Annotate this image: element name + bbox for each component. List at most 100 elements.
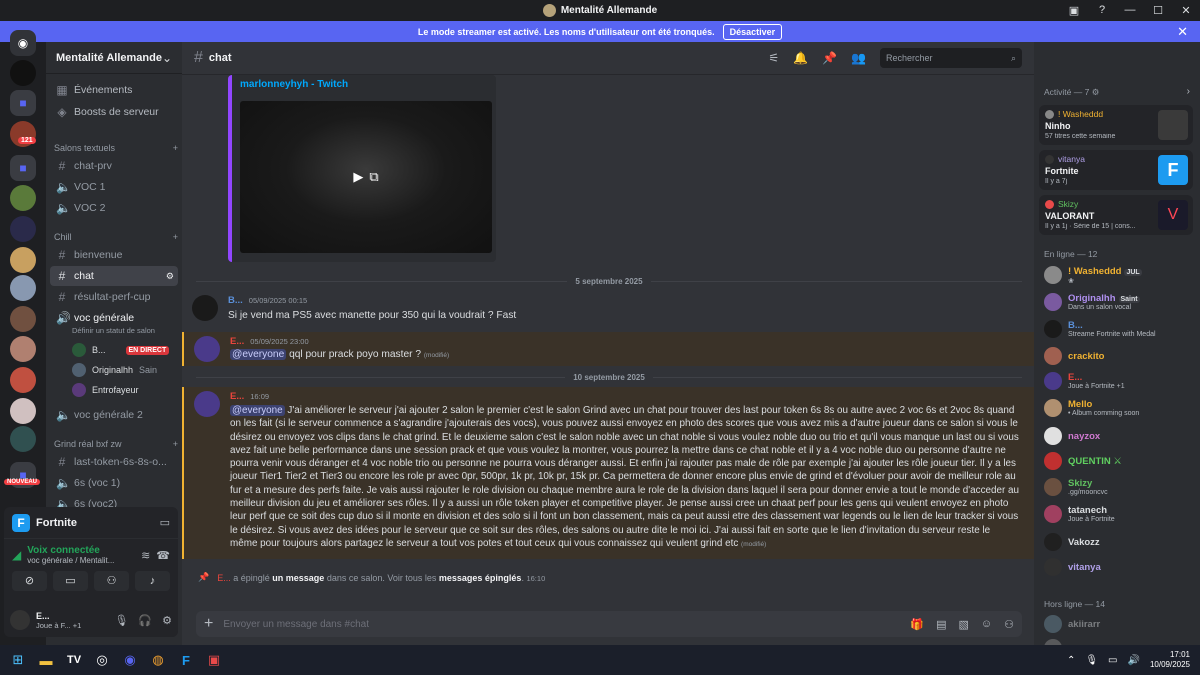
member-item[interactable]: ! Washeddd JUL ❀ [1044,264,1194,286]
channel-bienvenue[interactable]: # bienvenue [50,245,178,265]
plus-icon[interactable]: + [173,143,178,153]
soundboard-button[interactable]: ♪ [135,571,170,591]
avatar[interactable] [192,295,218,321]
server-icon[interactable] [10,306,36,332]
message-composer[interactable]: + Envoyer un message dans #chat 🎁 ▤ ▧ ☺ … [196,611,1022,637]
server-icon[interactable] [10,426,36,452]
plus-icon[interactable]: + [173,439,178,449]
avatar[interactable] [194,391,220,417]
app-icon[interactable]: ◎ [88,645,116,675]
channel-chat-prv[interactable]: # chat-prv [50,156,178,176]
discord-taskbar-icon[interactable]: ◉ [116,645,144,675]
server-icon[interactable] [10,247,36,273]
screen-share-button[interactable]: ▭ [53,571,88,591]
activity-card[interactable]: Skizy VALORANT Il y a 1j · Série de 15 |… [1039,195,1193,235]
avatar[interactable] [194,336,220,362]
voice-user[interactable]: Entrofayeur [72,381,139,399]
activity-button[interactable]: ⚇ [94,571,129,591]
settings-icon[interactable]: ⚙ [166,271,174,282]
member-item[interactable]: Mello • Album comming soon [1044,397,1194,419]
channel-6s-voc1[interactable]: 🔈 6s (voc 1) [50,473,178,493]
member-item[interactable]: crackito [1044,345,1194,367]
clock[interactable]: 17:01 10/09/2025 [1150,650,1190,670]
game-activity[interactable]: F Fortnite ▭ [4,507,178,539]
category-grind[interactable]: Grind réal bxf zw + [54,439,178,449]
fortnite-taskbar-icon[interactable]: F [172,645,200,675]
minimize-button[interactable]: — [1116,4,1144,16]
member-item[interactable]: nayzox [1044,425,1194,447]
server-icon[interactable] [10,336,36,362]
server-icon[interactable] [10,185,36,211]
open-external-icon[interactable]: ⧉ [369,169,378,185]
mic-tray-icon[interactable]: 🎙 [1085,655,1098,666]
voice-status[interactable]: Définir un statut de salon [72,326,155,335]
play-icon[interactable]: ▶ [353,169,363,185]
app-icon[interactable]: ▣ [200,645,228,675]
camera-off-button[interactable]: ⊘ [12,571,47,591]
help-icon[interactable]: ? [1088,4,1116,16]
tradingview-icon[interactable]: TV [60,645,88,675]
message[interactable]: B... 05/09/2025 00:15 Si je vend ma PS5 a… [182,291,1034,329]
everyone-mention[interactable]: @everyone [230,349,287,360]
threads-icon[interactable]: ⚟ [768,51,779,65]
close-banner-icon[interactable]: ✕ [1177,24,1188,40]
channel-chat[interactable]: # chat ⚙ [50,266,178,286]
member-item[interactable] [1044,637,1194,645]
member-item[interactable]: Originalhh Saint Dans un salon vocal [1044,291,1194,313]
channel-voc-generale[interactable]: 🔊 voc générale [50,308,178,328]
member-item[interactable]: Skizy .gg/mooncvc [1044,476,1194,498]
message[interactable]: E... 16:09 @everyone J'ai améliorer le se… [182,387,1034,559]
channel-last-token[interactable]: # last-token-6s-8s-o... [50,452,178,472]
plus-icon[interactable]: + [204,615,213,633]
chevron-right-icon[interactable]: › [1187,86,1190,97]
volume-icon[interactable]: 🔊 [1128,655,1140,666]
sticker-icon[interactable]: ▧ [958,618,968,631]
server-icon[interactable] [10,275,36,301]
channel-voc1[interactable]: 🔈 VOC 1 [50,177,178,197]
file-explorer-icon[interactable]: ▬ [32,645,60,675]
close-window-button[interactable]: ✕ [1172,4,1200,17]
stream-icon[interactable]: ▭ [160,516,170,529]
member-item[interactable]: E... Joue à Fortnite +1 [1044,370,1194,392]
chevron-up-icon[interactable]: ⌃ [1067,655,1075,666]
mic-icon[interactable]: 🎙 [114,614,128,627]
server-icon[interactable] [10,398,36,424]
folder-icon[interactable]: ■ [10,155,36,181]
everyone-mention[interactable]: @everyone [230,405,285,416]
bell-icon[interactable]: 🔔 [793,51,808,65]
member-item[interactable]: vitanya [1044,556,1194,578]
category-chill[interactable]: Chill + [54,232,178,242]
headphones-icon[interactable]: 🎧 [138,614,152,627]
activity-card[interactable]: ! Washeddd Ninho 57 titres cette semaine [1039,105,1193,145]
plus-icon[interactable]: + [173,232,178,242]
disconnect-icon[interactable]: ☎ [156,549,170,562]
maximize-button[interactable]: ☐ [1144,4,1172,17]
category-text-channels[interactable]: Salons textuels + [54,143,178,153]
settings-icon[interactable]: ⚙ [162,614,172,627]
avatar[interactable] [10,610,30,630]
embed-link[interactable]: marlonneyhyh - Twitch [240,79,488,90]
boosts-item[interactable]: ◈ Boosts de serveur [50,102,178,122]
voice-connection[interactable]: ◢ Voix connectée voc générale / Mentalit.… [4,539,178,571]
voice-user[interactable]: Originalhh Sain [72,361,157,379]
search-input[interactable]: Rechercher ⌕ [880,48,1022,68]
member-item[interactable]: QUENTIN ⚔ [1044,450,1194,472]
member-item[interactable]: tatanech Joue à Fortnite [1044,503,1194,525]
member-item[interactable]: B... Streame Fortnite with Medal [1044,318,1194,340]
activity-card[interactable]: vitanya Fortnite Il y a 7j F [1039,150,1193,190]
gift-icon[interactable]: 🎁 [910,618,924,631]
gif-icon[interactable]: ▤ [936,618,946,631]
server-icon[interactable] [10,367,36,393]
pin-icon[interactable]: 📌 [822,51,837,65]
discord-home-icon[interactable]: ◉ [10,30,36,56]
voice-user[interactable]: B... EN DIRECT [72,341,170,359]
server-icon[interactable] [10,60,36,86]
member-item[interactable]: akiirarr [1044,613,1194,635]
game-icon[interactable]: ⚇ [1004,618,1014,631]
events-item[interactable]: ▦ Événements [50,80,178,100]
windows-start-icon[interactable]: ⊞ [4,645,32,675]
server-icon[interactable] [10,216,36,242]
server-header[interactable]: Mentalité Allemande ⌄ [46,42,182,74]
inbox-icon[interactable]: ▣ [1060,4,1088,17]
network-icon[interactable]: ▭ [1108,655,1117,666]
